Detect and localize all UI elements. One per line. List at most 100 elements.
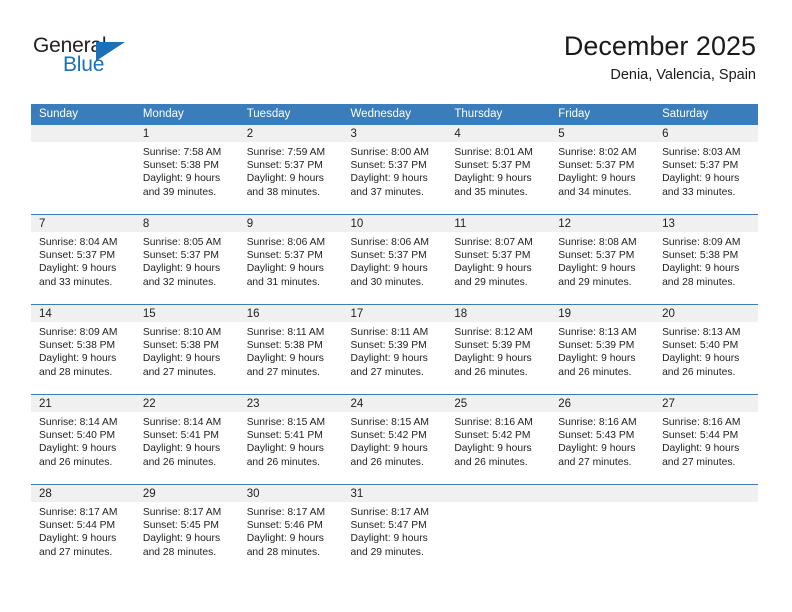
day-details: Sunrise: 8:11 AM Sunset: 5:39 PM Daylight:… [343,322,447,379]
daylight-text-line1: Daylight: 9 hours [558,263,636,275]
calendar-day-cell[interactable]: 8 Sunrise: 8:05 AM Sunset: 5:37 PM Daylight… [134,214,239,305]
daylight-text-line2: and 29 minutes. [558,276,632,288]
day-cell-inner: 26 Sunrise: 8:16 AM Sunset: 5:43 PM Dayligh… [550,395,655,484]
day-details: Sunrise: 8:17 AM Sunset: 5:44 PM Daylight:… [31,502,135,559]
daylight-text-line1: Daylight: 9 hours [454,263,532,275]
calendar-day-cell[interactable]: 16 Sunrise: 8:11 AM Sunset: 5:38 PM Dayligh… [238,304,343,395]
daylight-text-line2: and 27 minutes. [558,456,632,468]
calendar-day-cell[interactable]: 29 Sunrise: 8:17 AM Sunset: 5:45 PM Dayligh… [134,484,239,574]
sunrise-text: Sunrise: 8:17 AM [246,507,326,518]
daylight-text-line2: and 26 minutes. [558,366,632,378]
calendar-day-cell[interactable]: 6 Sunrise: 8:03 AM Sunset: 5:37 PM Daylight… [654,125,758,215]
day-cell-inner: 17 Sunrise: 8:11 AM Sunset: 5:39 PM Dayligh… [342,305,447,394]
sunset-text: Sunset: 5:37 PM [142,250,219,262]
sunrise-text: Sunrise: 8:14 AM [142,417,222,428]
daylight-text-line1: Daylight: 9 hours [662,173,740,185]
daylight-text-line1: Daylight: 9 hours [454,173,532,185]
daylight-text-line1: Daylight: 9 hours [142,443,221,455]
calendar-day-cell[interactable]: 12 Sunrise: 8:08 AM Sunset: 5:37 PM Dayligh… [550,214,655,305]
calendar-day-cell[interactable]: 9 Sunrise: 8:06 AM Sunset: 5:37 PM Daylight… [238,214,343,305]
calendar-day-cell[interactable]: 30 Sunrise: 8:17 AM Sunset: 5:46 PM Dayligh… [238,484,343,574]
weekday-header-thursday: Thursday [446,104,551,125]
day-details: Sunrise: 8:16 AM Sunset: 5:42 PM Daylight:… [446,412,550,469]
daylight-text-line2: and 27 minutes. [662,456,736,468]
daylight-text-line1: Daylight: 9 hours [39,353,117,365]
day-number: 12 [550,215,655,232]
day-number: 4 [446,125,551,142]
daylight-text-line2: and 26 minutes. [246,456,320,468]
calendar-day-cell[interactable]: 14 Sunrise: 8:09 AM Sunset: 5:38 PM Dayligh… [31,304,135,395]
day-details: Sunrise: 8:07 AM Sunset: 5:37 PM Daylight:… [446,232,550,289]
calendar-day-cell[interactable]: 24 Sunrise: 8:15 AM Sunset: 5:42 PM Dayligh… [342,394,447,485]
sunset-text: Sunset: 5:40 PM [39,430,116,442]
calendar-day-cell[interactable]: 31 Sunrise: 8:17 AM Sunset: 5:47 PM Dayligh… [342,484,447,574]
daylight-text-line1: Daylight: 9 hours [558,353,636,365]
calendar-day-cell[interactable]: 5 Sunrise: 8:02 AM Sunset: 5:37 PM Daylight… [550,125,655,215]
calendar-day-cell[interactable]: 3 Sunrise: 8:00 AM Sunset: 5:37 PM Daylight… [342,125,447,215]
day-number [550,485,655,502]
sunset-text: Sunset: 5:37 PM [39,250,116,262]
calendar-day-cell[interactable]: 4 Sunrise: 8:01 AM Sunset: 5:37 PM Daylight… [446,125,551,215]
calendar-day-cell[interactable]: 2 Sunrise: 7:59 AM Sunset: 5:37 PM Daylight… [238,125,343,215]
calendar-day-cell[interactable]: 20 Sunrise: 8:13 AM Sunset: 5:40 PM Dayligh… [654,304,758,395]
day-cell-inner: 28 Sunrise: 8:17 AM Sunset: 5:44 PM Dayligh… [31,485,135,574]
day-details: Sunrise: 8:05 AM Sunset: 5:37 PM Daylight:… [135,232,239,289]
calendar-day-cell[interactable]: 21 Sunrise: 8:14 AM Sunset: 5:40 PM Dayligh… [31,394,135,485]
daylight-text-line2: and 28 minutes. [39,366,113,378]
daylight-text-line2: and 26 minutes. [454,366,528,378]
day-cell-inner: 7 Sunrise: 8:04 AM Sunset: 5:37 PM Daylight… [31,215,135,304]
day-number: 29 [134,485,239,502]
day-number: 28 [31,485,135,502]
day-details [654,502,758,506]
calendar-day-cell[interactable]: 18 Sunrise: 8:12 AM Sunset: 5:39 PM Dayligh… [446,304,551,395]
day-number: 24 [342,395,447,412]
day-number: 15 [134,305,239,322]
day-number: 7 [31,215,135,232]
sunrise-text: Sunrise: 8:17 AM [39,507,118,518]
day-details: Sunrise: 8:15 AM Sunset: 5:42 PM Daylight:… [343,412,447,469]
sunset-text: Sunset: 5:37 PM [350,160,427,172]
daylight-text-line1: Daylight: 9 hours [246,533,324,545]
daylight-text-line2: and 33 minutes. [39,276,113,288]
sunset-text: Sunset: 5:46 PM [246,520,323,532]
day-cell-inner: 9 Sunrise: 8:06 AM Sunset: 5:37 PM Daylight… [238,215,343,304]
calendar-week-row: 1 Sunrise: 7:58 AM Sunset: 5:38 PM Daylight… [31,125,758,215]
calendar-day-cell[interactable]: 10 Sunrise: 8:06 AM Sunset: 5:37 PM Dayligh… [342,214,447,305]
calendar-day-cell[interactable]: 17 Sunrise: 8:11 AM Sunset: 5:39 PM Dayligh… [342,304,447,395]
calendar-day-cell[interactable]: 19 Sunrise: 8:13 AM Sunset: 5:39 PM Dayligh… [550,304,655,395]
day-details: Sunrise: 7:58 AM Sunset: 5:38 PM Daylight:… [135,142,239,199]
calendar-day-cell[interactable]: 28 Sunrise: 8:17 AM Sunset: 5:44 PM Dayligh… [31,484,135,574]
calendar-day-cell[interactable]: 7 Sunrise: 8:04 AM Sunset: 5:37 PM Daylight… [31,214,135,305]
daylight-text-line2: and 38 minutes. [246,186,320,198]
calendar-day-cell[interactable]: 22 Sunrise: 8:14 AM Sunset: 5:41 PM Dayligh… [134,394,239,485]
calendar-day-cell [654,484,758,574]
weekday-header-sunday: Sunday [31,104,135,125]
day-cell-inner: 14 Sunrise: 8:09 AM Sunset: 5:38 PM Dayligh… [31,305,135,394]
day-number: 17 [342,305,447,322]
daylight-text-line1: Daylight: 9 hours [246,353,324,365]
sunrise-text: Sunrise: 8:16 AM [558,417,637,428]
day-number: 10 [342,215,447,232]
day-cell-inner: 15 Sunrise: 8:10 AM Sunset: 5:38 PM Dayligh… [134,305,239,394]
sunset-text: Sunset: 5:42 PM [350,430,427,442]
day-details: Sunrise: 8:04 AM Sunset: 5:37 PM Daylight:… [31,232,135,289]
daylight-text-line2: and 27 minutes. [350,366,424,378]
daylight-text-line1: Daylight: 9 hours [558,443,636,455]
calendar-day-cell[interactable]: 26 Sunrise: 8:16 AM Sunset: 5:43 PM Dayligh… [550,394,655,485]
daylight-text-line2: and 31 minutes. [246,276,320,288]
calendar-day-cell[interactable]: 25 Sunrise: 8:16 AM Sunset: 5:42 PM Dayligh… [446,394,551,485]
calendar-day-cell[interactable]: 11 Sunrise: 8:07 AM Sunset: 5:37 PM Dayligh… [446,214,551,305]
day-number: 6 [654,125,758,142]
sunrise-text: Sunrise: 8:05 AM [142,237,222,248]
calendar-day-cell[interactable]: 27 Sunrise: 8:16 AM Sunset: 5:44 PM Dayligh… [654,394,758,485]
weekday-header-monday: Monday [134,104,239,125]
daylight-text-line2: and 35 minutes. [454,186,528,198]
calendar-day-cell[interactable]: 15 Sunrise: 8:10 AM Sunset: 5:38 PM Dayligh… [134,304,239,395]
day-cell-inner [550,485,655,574]
calendar-day-cell[interactable]: 13 Sunrise: 8:09 AM Sunset: 5:38 PM Dayligh… [654,214,758,305]
daylight-text-line2: and 27 minutes. [142,366,217,378]
day-number [446,485,551,502]
calendar-day-cell[interactable]: 23 Sunrise: 8:15 AM Sunset: 5:41 PM Dayligh… [238,394,343,485]
calendar-day-cell[interactable]: 1 Sunrise: 7:58 AM Sunset: 5:38 PM Daylight… [134,125,239,215]
daylight-text-line2: and 28 minutes. [662,276,736,288]
